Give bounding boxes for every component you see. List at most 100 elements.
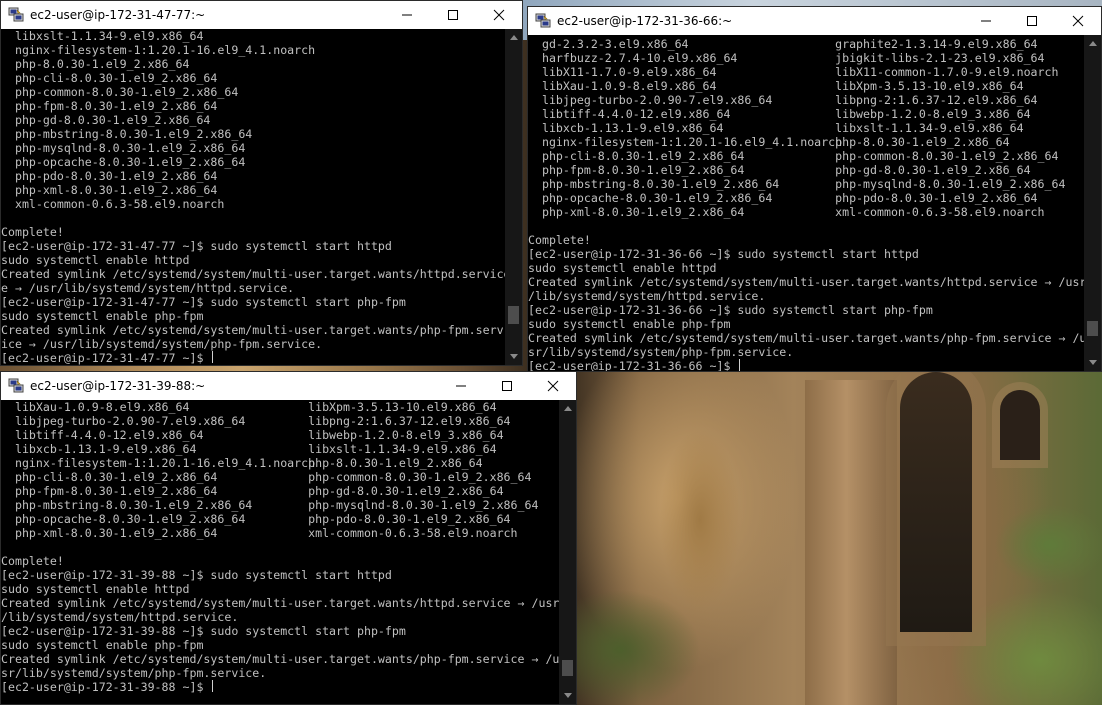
terminal-line: sudo systemctl enable php-fpm [528,317,1090,331]
terminal-line: sudo systemctl enable httpd [1,582,561,596]
terminal-window-47-77[interactable]: ec2-user@ip-172-31-47-77:~ libxslt-1.1.3… [0,0,523,366]
terminal-text: sudo systemctl enable httpd [1,253,190,267]
terminal-line: libjpeg-turbo-2.0.90-7.el9.x86_64 libpng-… [528,93,1090,107]
putty-icon[interactable] [8,378,24,394]
terminal-text: Created symlink /etc/systemd/system/mult… [1,267,511,281]
terminal-line: [ec2-user@ip-172-31-39-88 ~]$ [1,680,561,694]
terminal-text: php-fpm-8.0.30-1.el9_2.x86_64 [1,484,218,498]
terminal-text: php-fpm-8.0.30-1.el9_2.x86_64 [1,99,218,113]
terminal-text-col2: php-8.0.30-1.el9_2.x86_64 [308,456,483,470]
vertical-scrollbar[interactable] [1084,35,1101,371]
terminal-text: sudo systemctl enable httpd [528,261,717,275]
terminal-text: libjpeg-turbo-2.0.90-7.el9.x86_64 [1,414,246,428]
terminal-text-col2: php-pdo-8.0.30-1.el9_2.x86_64 [835,191,1038,205]
terminal-text: [ec2-user@ip-172-31-39-88 ~]$ sudo syste… [1,624,406,638]
close-button[interactable] [1055,7,1101,35]
terminal-output[interactable]: libxslt-1.1.34-9.el9.x86_64 nginx-filesy… [1,29,511,365]
terminal-text: nginx-filesystem-1:1.20.1-16.el9_4.1.noa… [1,43,316,57]
text-cursor [739,359,741,371]
terminal-line: php-cli-8.0.30-1.el9_2.x86_64 php-common-… [1,470,561,484]
maximize-button[interactable] [484,372,530,400]
scroll-down-icon[interactable] [559,687,576,704]
terminal-text: libxslt-1.1.34-9.el9.x86_64 [1,29,204,43]
terminal-text: [ec2-user@ip-172-31-39-88 ~]$ [1,680,211,694]
terminal-text: sudo systemctl enable httpd [1,582,190,596]
minimize-button[interactable] [384,1,430,29]
terminal-line: [ec2-user@ip-172-31-39-88 ~]$ sudo syste… [1,624,561,638]
minimize-icon [401,9,413,21]
terminal-line: /lib/systemd/system/httpd.service. [528,289,1090,303]
close-icon [1072,15,1084,27]
terminal-text: php-gd-8.0.30-1.el9_2.x86_64 [1,113,211,127]
terminal-output[interactable]: gd-2.3.2-3.el9.x86_64 graphite2-1.3.14-9.… [528,37,1090,371]
scroll-up-icon[interactable] [505,29,522,46]
maximize-button[interactable] [1009,7,1055,35]
terminal-line: php-mbstring-8.0.30-1.el9_2.x86_64 php-my… [1,498,561,512]
terminal-text: libxcb-1.13.1-9.el9.x86_64 [528,121,724,135]
terminal-line: Created symlink /etc/systemd/system/mult… [1,596,561,610]
terminal-line: Created symlink /etc/systemd/system/mult… [528,275,1090,289]
window-title: ec2-user@ip-172-31-39-88:~ [30,379,206,393]
scroll-up-icon[interactable] [559,400,576,417]
terminal-line: [ec2-user@ip-172-31-36-66 ~]$ [528,359,1090,371]
putty-icon[interactable] [8,7,24,23]
terminal-text: php-opcache-8.0.30-1.el9_2.x86_64 [1,512,246,526]
maximize-button[interactable] [430,1,476,29]
title-bar[interactable]: ec2-user@ip-172-31-36-66:~ [528,7,1101,35]
terminal-text-col2: php-mysqlnd-8.0.30-1.el9_2.x86_64 [308,498,539,512]
terminal-text: libtiff-4.4.0-12.el9.x86_64 [528,107,731,121]
terminal-line: [ec2-user@ip-172-31-39-88 ~]$ sudo syste… [1,568,561,582]
terminal-text: nginx-filesystem-1:1.20.1-16.el9_4.1.noa… [528,135,843,149]
vertical-scrollbar[interactable] [559,400,576,704]
scroll-up-icon[interactable] [1084,35,1101,52]
terminal-text: [ec2-user@ip-172-31-47-77 ~]$ sudo syste… [1,239,392,253]
scroll-thumb[interactable] [1087,320,1098,336]
terminal-output[interactable]: libXau-1.0.9-8.el9.x86_64 libXpm-3.5.13-1… [1,400,561,694]
terminal-line: php-opcache-8.0.30-1.el9_2.x86_64 php-pdo… [528,191,1090,205]
terminal-line: php-fpm-8.0.30-1.el9_2.x86_64 php-gd-8.0.… [528,163,1090,177]
terminal-text: Created symlink /etc/systemd/system/mult… [528,275,1087,289]
terminal-text: [ec2-user@ip-172-31-39-88 ~]$ sudo syste… [1,568,392,582]
terminal-window-39-88[interactable]: ec2-user@ip-172-31-39-88:~ libXau-1.0.9-… [0,371,577,705]
close-button[interactable] [530,372,576,400]
terminal-line: php-fpm-8.0.30-1.el9_2.x86_64 [1,99,507,113]
terminal-line: php-mbstring-8.0.30-1.el9_2.x86_64 php-my… [528,177,1090,191]
wallpaper-bridge-pillar [805,380,897,705]
terminal-line: libtiff-4.4.0-12.el9.x86_64 libwebp-1.2.0… [528,107,1090,121]
terminal-line: nginx-filesystem-1:1.20.1-16.el9_4.1.noa… [1,456,561,470]
terminal-line: nginx-filesystem-1:1.20.1-16.el9_4.1.noa… [528,135,1090,149]
title-bar[interactable]: ec2-user@ip-172-31-39-88:~ [1,372,576,400]
wallpaper-bridge-window [1000,390,1040,460]
scroll-thumb[interactable] [508,305,519,324]
terminal-line: Created symlink /etc/systemd/system/mult… [1,323,507,337]
scroll-down-icon[interactable] [1084,354,1101,371]
vertical-scrollbar[interactable] [505,29,522,365]
terminal-line: php-cli-8.0.30-1.el9_2.x86_64 php-common-… [528,149,1090,163]
title-bar[interactable]: ec2-user@ip-172-31-47-77:~ [1,1,522,29]
scroll-thumb[interactable] [562,660,573,677]
terminal-line: libjpeg-turbo-2.0.90-7.el9.x86_64 libpng-… [1,414,561,428]
terminal-line: php-gd-8.0.30-1.el9_2.x86_64 [1,113,507,127]
terminal-window-36-66[interactable]: ec2-user@ip-172-31-36-66:~ gd-2.3.2-3.el… [527,6,1102,372]
minimize-button[interactable] [963,7,1009,35]
terminal-text: php-opcache-8.0.30-1.el9_2.x86_64 [528,191,773,205]
close-button[interactable] [476,1,522,29]
terminal-text-col2: libpng-2:1.6.37-12.el9.x86_64 [308,414,511,428]
terminal-text: libxcb-1.13.1-9.el9.x86_64 [1,442,197,456]
putty-icon[interactable] [535,13,551,29]
terminal-text: php-mbstring-8.0.30-1.el9_2.x86_64 [1,498,253,512]
terminal-text: php-xml-8.0.30-1.el9_2.x86_64 [528,205,745,219]
scroll-down-icon[interactable] [505,348,522,365]
minimize-button[interactable] [438,372,484,400]
terminal-text-col2: php-8.0.30-1.el9_2.x86_64 [835,135,1010,149]
terminal-text: sr/lib/systemd/system/php-fpm.service. [1,666,267,680]
terminal-text: /lib/systemd/system/httpd.service. [528,289,766,303]
terminal-text: php-mysqlnd-8.0.30-1.el9_2.x86_64 [1,141,246,155]
terminal-line: e → /usr/lib/systemd/system/httpd.servic… [1,281,507,295]
terminal-line: php-8.0.30-1.el9_2.x86_64 [1,57,507,71]
terminal-line: php-fpm-8.0.30-1.el9_2.x86_64 php-gd-8.0.… [1,484,561,498]
terminal-text-col2: libxslt-1.1.34-9.el9.x86_64 [308,442,497,456]
